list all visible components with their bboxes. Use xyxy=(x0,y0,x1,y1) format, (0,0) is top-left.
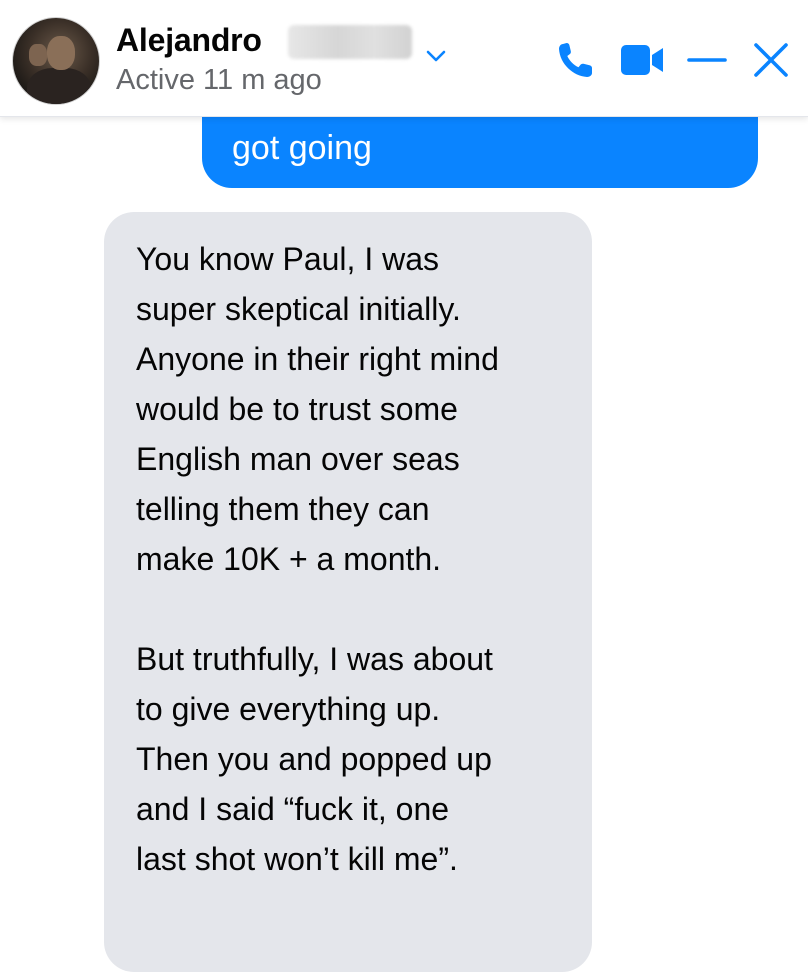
avatar-hand-shape xyxy=(29,44,47,66)
message-line: and I said “fuck it, one xyxy=(136,791,450,827)
message-line: make 10K + a month. xyxy=(136,541,442,577)
message-line: English man over seas xyxy=(136,441,460,477)
message-line: Then you and popped up xyxy=(136,741,492,777)
incoming-message-bubble[interactable]: You know Paul, I was super skeptical ini… xyxy=(104,212,592,972)
chat-header: Alejandro Active 11 m ago xyxy=(0,0,808,117)
message-line: telling them they can xyxy=(136,491,430,527)
contact-name[interactable]: Alejandro xyxy=(116,22,262,59)
avatar-face-shape xyxy=(47,36,75,70)
message-line: Anyone in their right mind xyxy=(136,341,499,377)
minimize-icon[interactable] xyxy=(685,38,729,82)
message-line: super skeptical initially. xyxy=(136,291,461,327)
close-icon[interactable] xyxy=(751,38,791,82)
message-line: would be to trust some xyxy=(136,391,458,427)
avatar-body-shape xyxy=(27,68,91,104)
redacted-surname xyxy=(288,25,412,59)
chevron-down-icon[interactable] xyxy=(424,44,448,68)
message-line: But truthfully, I was about xyxy=(136,641,493,677)
avatar[interactable] xyxy=(12,17,100,105)
message-line: last shot won’t kill me”. xyxy=(136,841,458,877)
phone-icon[interactable] xyxy=(553,38,601,82)
message-line: to give everything up. xyxy=(136,691,441,727)
message-line: You know Paul, I was xyxy=(136,241,439,277)
outgoing-message-text: got going xyxy=(232,129,372,167)
video-camera-icon[interactable] xyxy=(619,38,667,82)
active-status: Active 11 m ago xyxy=(116,64,322,96)
